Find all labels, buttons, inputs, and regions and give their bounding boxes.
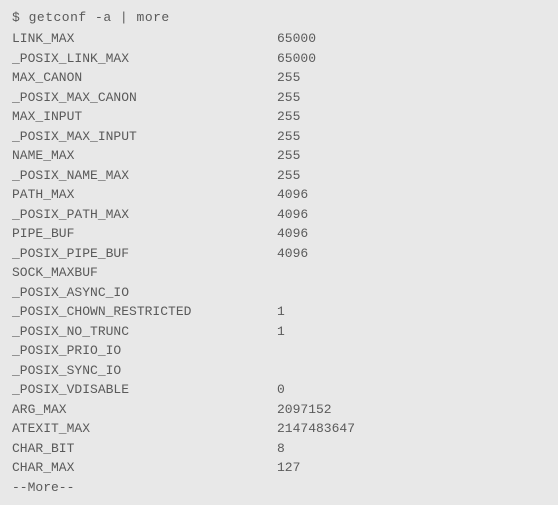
param-value: 255 — [277, 146, 546, 166]
param-value: 4096 — [277, 205, 546, 225]
output-row: MAX_INPUT255 — [12, 107, 546, 127]
more-prompt[interactable]: --More-- — [12, 478, 546, 498]
param-name: _POSIX_MAX_INPUT — [12, 127, 277, 147]
output-row: _POSIX_MAX_INPUT255 — [12, 127, 546, 147]
param-name: _POSIX_ASYNC_IO — [12, 283, 277, 303]
param-value: 255 — [277, 107, 546, 127]
param-name: MAX_INPUT — [12, 107, 277, 127]
output-row: ATEXIT_MAX2147483647 — [12, 419, 546, 439]
output-row: _POSIX_PRIO_IO — [12, 341, 546, 361]
output-row: _POSIX_VDISABLE0 — [12, 380, 546, 400]
param-name: _POSIX_CHOWN_RESTRICTED — [12, 302, 277, 322]
param-value: 2097152 — [277, 400, 546, 420]
param-name: CHAR_BIT — [12, 439, 277, 459]
param-name: _POSIX_NAME_MAX — [12, 166, 277, 186]
output-row: _POSIX_MAX_CANON255 — [12, 88, 546, 108]
param-name: ATEXIT_MAX — [12, 419, 277, 439]
param-value: 127 — [277, 458, 546, 478]
param-name: NAME_MAX — [12, 146, 277, 166]
output-row: _POSIX_NAME_MAX255 — [12, 166, 546, 186]
param-value: 65000 — [277, 49, 546, 69]
param-value: 4096 — [277, 224, 546, 244]
output-row: _POSIX_CHOWN_RESTRICTED1 — [12, 302, 546, 322]
param-value: 4096 — [277, 244, 546, 264]
output-row: MAX_CANON255 — [12, 68, 546, 88]
param-value: 0 — [277, 380, 546, 400]
param-name: _POSIX_MAX_CANON — [12, 88, 277, 108]
param-value: 2147483647 — [277, 419, 546, 439]
output-row: _POSIX_SYNC_IO — [12, 361, 546, 381]
output-row: CHAR_MAX127 — [12, 458, 546, 478]
param-value: 255 — [277, 166, 546, 186]
terminal-output: LINK_MAX65000_POSIX_LINK_MAX65000MAX_CAN… — [12, 29, 546, 478]
output-row: _POSIX_NO_TRUNC1 — [12, 322, 546, 342]
output-row: CHAR_BIT8 — [12, 439, 546, 459]
param-name: ARG_MAX — [12, 400, 277, 420]
param-value: 255 — [277, 127, 546, 147]
output-row: PIPE_BUF4096 — [12, 224, 546, 244]
output-row: _POSIX_PATH_MAX4096 — [12, 205, 546, 225]
param-value: 4096 — [277, 185, 546, 205]
param-name: LINK_MAX — [12, 29, 277, 49]
param-name: _POSIX_PATH_MAX — [12, 205, 277, 225]
param-name: _POSIX_SYNC_IO — [12, 361, 277, 381]
param-value: 255 — [277, 88, 546, 108]
param-value — [277, 283, 546, 303]
param-value — [277, 361, 546, 381]
param-name: _POSIX_PRIO_IO — [12, 341, 277, 361]
output-row: _POSIX_LINK_MAX65000 — [12, 49, 546, 69]
param-value — [277, 263, 546, 283]
param-name: _POSIX_VDISABLE — [12, 380, 277, 400]
param-name: PIPE_BUF — [12, 224, 277, 244]
param-name: PATH_MAX — [12, 185, 277, 205]
output-row: LINK_MAX65000 — [12, 29, 546, 49]
output-row: _POSIX_ASYNC_IO — [12, 283, 546, 303]
param-value: 1 — [277, 302, 546, 322]
output-row: NAME_MAX255 — [12, 146, 546, 166]
param-name: MAX_CANON — [12, 68, 277, 88]
param-name: SOCK_MAXBUF — [12, 263, 277, 283]
param-name: _POSIX_NO_TRUNC — [12, 322, 277, 342]
output-row: ARG_MAX2097152 — [12, 400, 546, 420]
param-value: 1 — [277, 322, 546, 342]
param-value — [277, 341, 546, 361]
param-name: _POSIX_LINK_MAX — [12, 49, 277, 69]
param-name: _POSIX_PIPE_BUF — [12, 244, 277, 264]
param-value: 65000 — [277, 29, 546, 49]
output-row: PATH_MAX4096 — [12, 185, 546, 205]
output-row: SOCK_MAXBUF — [12, 263, 546, 283]
output-row: _POSIX_PIPE_BUF4096 — [12, 244, 546, 264]
param-value: 255 — [277, 68, 546, 88]
param-value: 8 — [277, 439, 546, 459]
command-line: $ getconf -a | more — [12, 10, 546, 25]
param-name: CHAR_MAX — [12, 458, 277, 478]
